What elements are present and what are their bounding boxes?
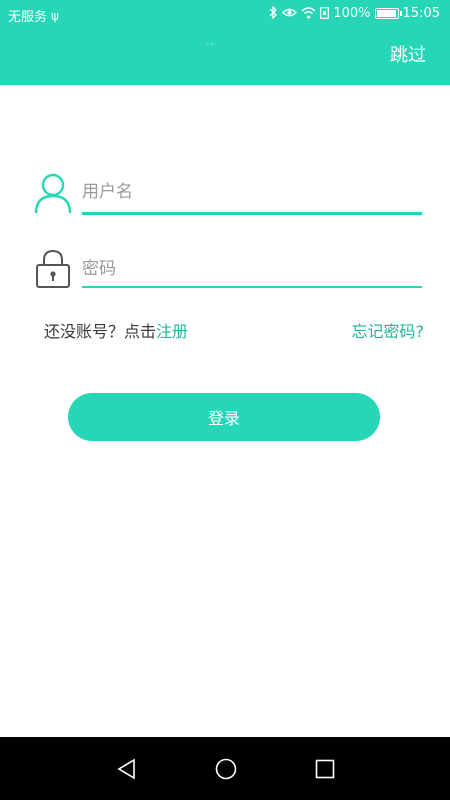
back-icon[interactable] — [115, 757, 139, 781]
battery-icon — [374, 8, 402, 19]
system-nav-bar — [0, 737, 450, 800]
status-bar-right: 100% 15:05 — [269, 5, 440, 21]
status-bar: 无服务 ψ 100% 15:05 — [0, 0, 450, 30]
usb-icon: ψ — [51, 8, 59, 23]
account-links-row: 还没账号？点击注册 忘记密码? — [44, 318, 424, 344]
carrier-text: 无服务 — [8, 10, 48, 25]
register-link[interactable]: 注册 — [156, 322, 188, 341]
skip-button[interactable]: 跳过 — [390, 41, 426, 67]
clock-text: 15:05 — [402, 6, 440, 21]
eye-icon — [282, 7, 298, 20]
user-icon — [34, 172, 74, 214]
username-input[interactable] — [82, 176, 420, 208]
recents-icon[interactable] — [313, 757, 337, 781]
app-header: 无服务 ψ 100% 15:05 ◦◦ 跳过 — [0, 0, 450, 85]
forgot-password-link[interactable]: 忘记密码? — [352, 318, 425, 342]
sim-icon — [320, 6, 330, 21]
login-button[interactable]: 登录 — [68, 393, 380, 441]
battery-percent: 100% — [333, 6, 371, 21]
no-account-prompt: 还没账号？点击 — [44, 322, 157, 341]
wifi-icon — [301, 6, 316, 21]
lock-icon — [34, 249, 74, 291]
status-bar-left: 无服务 ψ — [8, 6, 59, 26]
bluetooth-icon — [269, 5, 278, 21]
header-placeholder-icon: ◦◦ — [205, 40, 215, 49]
password-field[interactable] — [34, 249, 422, 295]
password-input[interactable] — [82, 253, 420, 285]
home-icon[interactable] — [214, 757, 238, 781]
battery-fill — [376, 10, 396, 17]
username-field[interactable] — [34, 172, 422, 218]
password-underline — [82, 286, 422, 288]
username-underline — [82, 212, 422, 215]
